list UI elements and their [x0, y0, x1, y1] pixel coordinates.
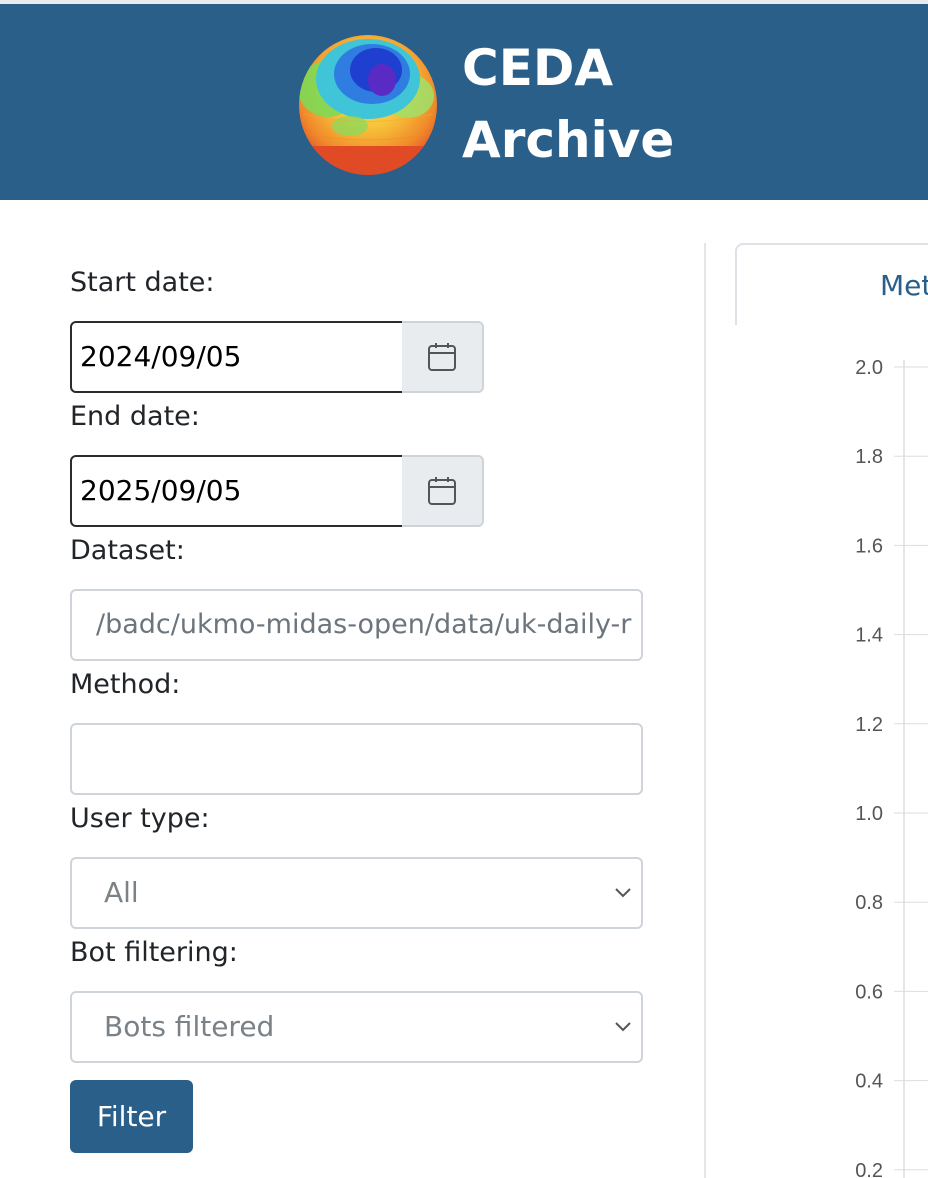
start-date-label: Start date: [70, 267, 215, 298]
tab-metric[interactable]: Met [735, 243, 928, 325]
user-type-selected-value: All [104, 876, 139, 909]
chevron-down-icon [615, 1022, 631, 1032]
bot-filtering-label: Bot filtering: [70, 937, 238, 968]
ceda-globe-logo-icon[interactable] [298, 34, 438, 176]
y-tick-label: 0.2 [855, 1160, 883, 1178]
user-type-label: User type: [70, 803, 210, 834]
start-date-input[interactable]: 2024/09/05 [70, 321, 404, 393]
end-date-input[interactable]: 2025/09/05 [70, 455, 404, 527]
tab-metric-label: Met [880, 269, 928, 302]
column-divider [704, 243, 706, 1178]
calendar-icon [428, 343, 456, 371]
logo-title-line1: CEDA [462, 39, 614, 97]
y-tick-label: 0.4 [855, 1071, 883, 1093]
y-tick-label: 1.4 [855, 625, 883, 647]
site-header: CEDA Archive [0, 4, 928, 200]
method-input[interactable] [70, 723, 643, 795]
chevron-down-icon [615, 888, 631, 898]
y-tick-label: 1.6 [855, 535, 883, 557]
filter-button[interactable]: Filter [70, 1080, 193, 1153]
y-tick-label: 2.0 [855, 357, 883, 379]
logo-title-line2: Archive [462, 111, 675, 169]
start-date-calendar-button[interactable] [402, 321, 484, 393]
y-tick-label: 0.6 [855, 981, 883, 1003]
calendar-icon [428, 477, 456, 505]
user-type-select[interactable]: All [70, 857, 643, 929]
end-date-calendar-button[interactable] [402, 455, 484, 527]
dataset-label: Dataset: [70, 535, 185, 566]
y-tick-label: 1.0 [855, 803, 883, 825]
y-tick-label: 1.8 [855, 446, 883, 468]
method-label: Method: [70, 669, 181, 700]
bot-filtering-select[interactable]: Bots filtered [70, 991, 643, 1063]
chart-area: 2.0 1.8 1.6 1.4 1.2 1.0 0.8 0.6 0.4 0.2 [855, 357, 928, 1178]
end-date-label: End date: [70, 401, 200, 432]
bot-filtering-selected-value: Bots filtered [104, 1010, 275, 1043]
y-tick-label: 0.8 [855, 892, 883, 914]
y-tick-label: 1.2 [855, 714, 883, 736]
dataset-input[interactable]: /badc/ukmo-midas-open/data/uk-daily-r [70, 589, 643, 661]
